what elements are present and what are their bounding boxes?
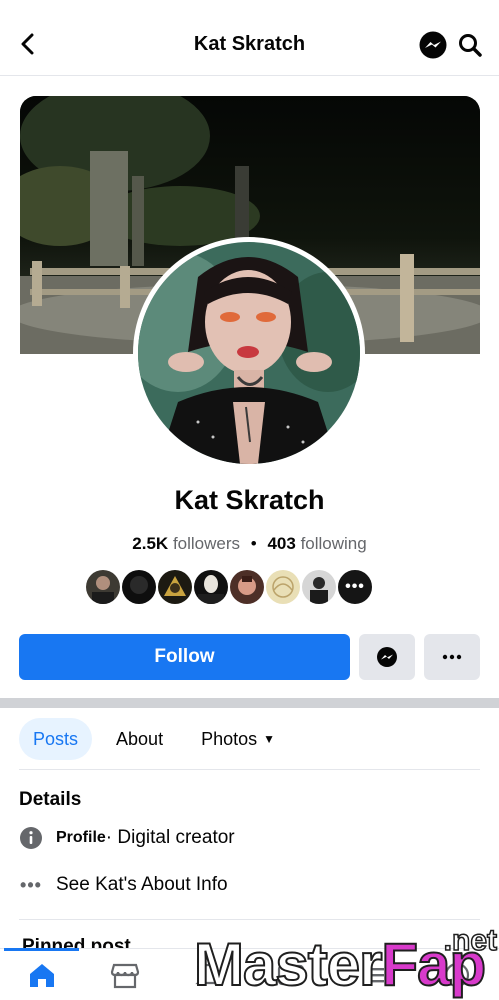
message-button[interactable] xyxy=(359,634,415,680)
more-mutuals-button[interactable]: ••• xyxy=(336,568,374,606)
mutual-avatar xyxy=(228,568,266,606)
profile-tabs: Posts About Photos ▼ xyxy=(19,718,289,760)
mutual-friends[interactable]: ••• xyxy=(84,568,374,606)
avatar xyxy=(138,242,360,464)
followers-count: 2.5K xyxy=(132,534,169,553)
messenger-icon xyxy=(419,31,447,59)
profile-label: Profile xyxy=(56,829,106,846)
watermark-main: Master xyxy=(193,930,383,999)
about-info-link[interactable]: See Kat's About Info xyxy=(56,874,228,896)
info-icon xyxy=(19,826,43,850)
messenger-button[interactable] xyxy=(418,30,448,60)
profile-picture[interactable] xyxy=(133,237,365,469)
nav-marketplace[interactable] xyxy=(83,949,166,1000)
tab-about[interactable]: About xyxy=(102,718,177,760)
following-count: 403 xyxy=(267,534,296,553)
top-bar: Kat Skratch xyxy=(0,0,499,76)
mutual-avatar xyxy=(120,568,158,606)
nav-home[interactable] xyxy=(0,948,83,1000)
marketplace-icon xyxy=(110,963,139,989)
followers-label: followers xyxy=(172,534,241,553)
messenger-icon xyxy=(377,647,397,667)
tab-label: About xyxy=(116,728,164,749)
following-link[interactable]: 403 following xyxy=(267,534,366,553)
watermark-suffix: .net xyxy=(443,923,498,958)
stats-separator: • xyxy=(250,534,257,553)
profile-name: Kat Skratch xyxy=(174,485,325,515)
search-icon xyxy=(459,34,482,57)
dots-glyph: ••• xyxy=(20,874,42,895)
mutual-avatar xyxy=(264,568,302,606)
follow-stats: 2.5K followers • 403 following xyxy=(0,534,499,554)
caret-down-icon: ▼ xyxy=(263,732,276,746)
follow-button[interactable]: Follow xyxy=(19,634,350,680)
dots-icon: ••• xyxy=(19,873,43,897)
mutual-avatar xyxy=(300,568,338,606)
tab-posts[interactable]: Posts xyxy=(19,718,93,760)
follow-label: Follow xyxy=(154,646,215,667)
mutual-avatar xyxy=(192,568,230,606)
tab-label: Posts xyxy=(33,728,79,749)
watermark-text: MasterFap xyxy=(193,930,487,999)
tab-label: Photos xyxy=(201,728,258,749)
details-title: Details xyxy=(19,789,82,810)
more-icon: ••• xyxy=(345,578,365,595)
following-label: following xyxy=(300,534,367,553)
search-button[interactable] xyxy=(455,30,485,60)
details-divider xyxy=(19,919,480,920)
mutual-avatar xyxy=(84,568,122,606)
home-icon xyxy=(29,964,54,987)
tabs-divider xyxy=(19,769,480,770)
about-info-row[interactable]: ••• See Kat's About Info xyxy=(19,871,228,899)
more-options-button[interactable] xyxy=(424,634,480,680)
more-horizontal-icon xyxy=(442,654,462,660)
watermark: MasterFap .net xyxy=(193,923,499,1000)
section-divider xyxy=(0,698,499,708)
profile-category-row: Profile · Digital creator xyxy=(19,824,235,852)
profile-category: · Digital creator xyxy=(105,827,235,848)
followers-link[interactable]: 2.5K followers xyxy=(132,534,240,553)
mutual-avatar xyxy=(156,568,194,606)
tab-photos[interactable]: Photos ▼ xyxy=(187,718,289,760)
